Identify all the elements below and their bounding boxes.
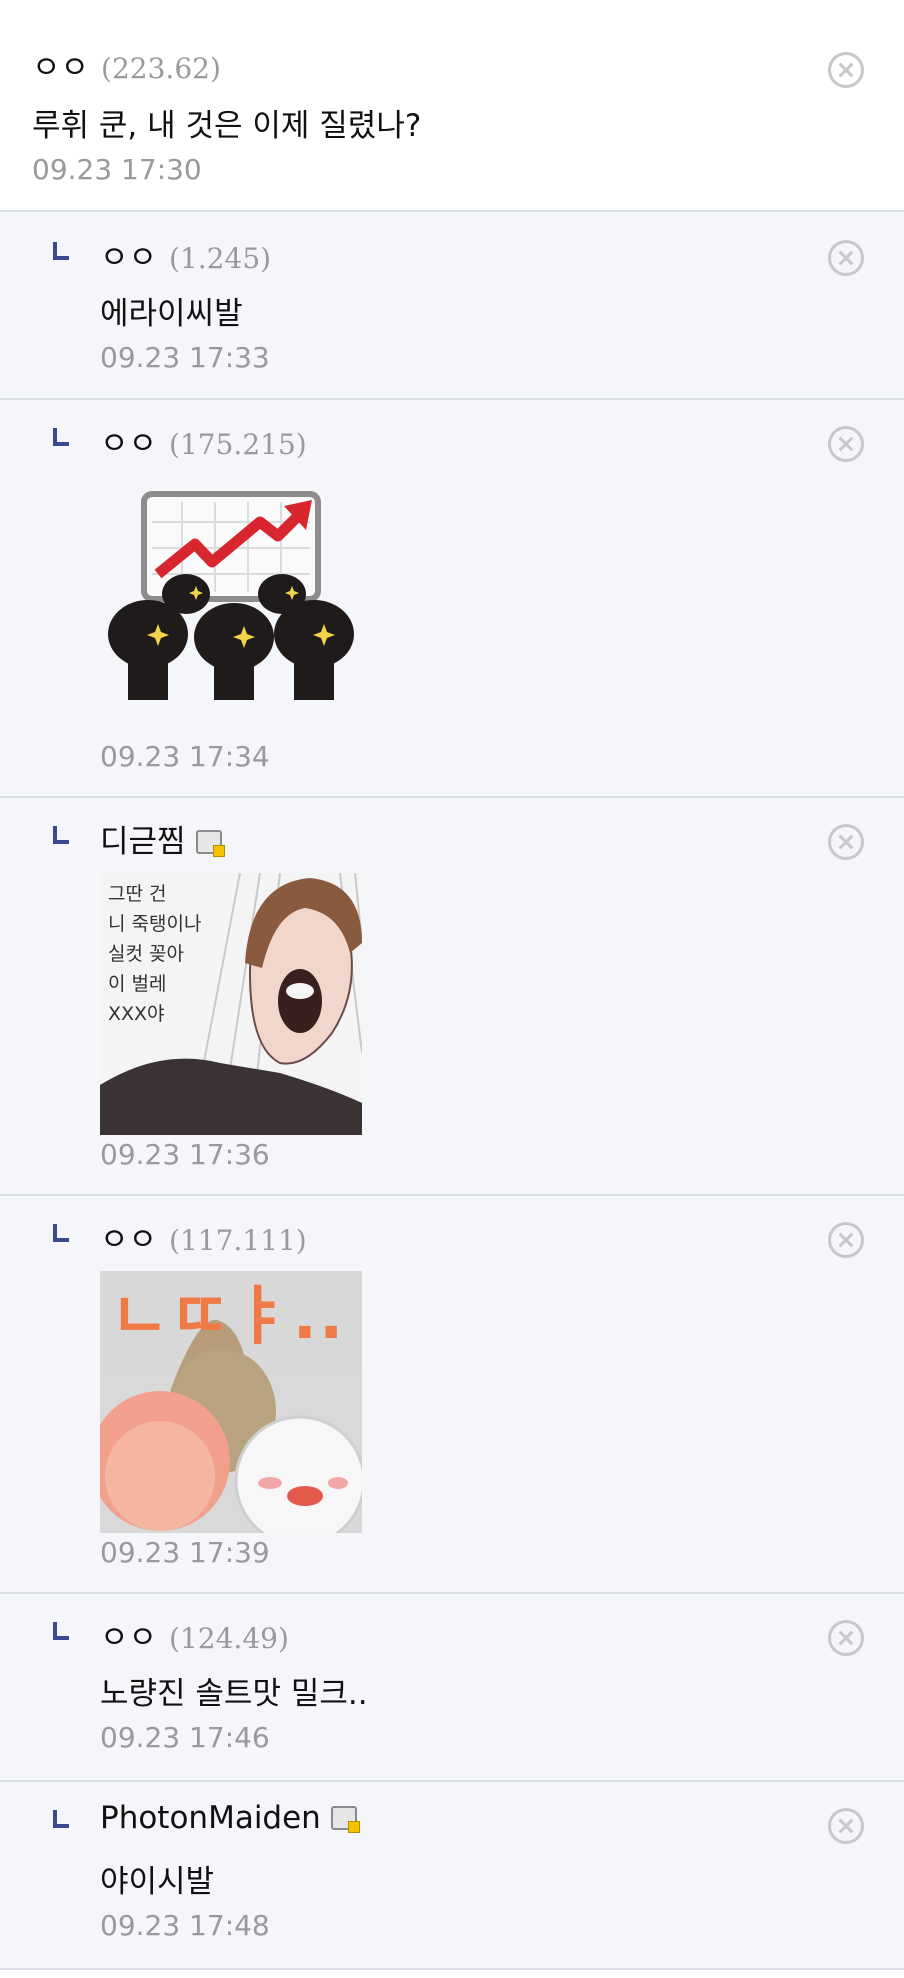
close-icon[interactable] xyxy=(828,240,864,276)
comment-meta: ㅇㅇ (124.49) xyxy=(100,1612,289,1657)
reply-arrow-icon xyxy=(53,242,69,260)
dumpling-sticker[interactable]: ㄴㄸㅑ.. xyxy=(100,1271,362,1533)
reply-item: ㅇㅇ (1.245) 에라이씨발 09.23 17:33 xyxy=(0,212,904,400)
comment-text: 에라이씨발 xyxy=(100,296,243,332)
comment-date: 09.23 17:46 xyxy=(100,1721,270,1754)
reply-arrow-icon xyxy=(53,428,69,446)
reply-arrow-icon xyxy=(53,1224,69,1242)
comment-meta: ㅇㅇ (117.111) xyxy=(100,1214,307,1259)
comment-nickname[interactable]: ㅇㅇ xyxy=(100,232,157,277)
comment-item: ㅇㅇ (223.62) 루휘 쿤, 내 것은 이제 질렸나? 09.23 17:… xyxy=(0,22,904,212)
comment-nickname[interactable]: 디귿찜 xyxy=(100,816,186,861)
comment-meta: ㅇㅇ (223.62) xyxy=(32,42,221,87)
comment-ip: (223.62) xyxy=(101,52,221,85)
comment-date: 09.23 17:34 xyxy=(100,740,270,773)
close-icon[interactable] xyxy=(828,1620,864,1656)
comment-nickname[interactable]: ㅇㅇ xyxy=(100,1214,157,1259)
comment-text: 야이시발 xyxy=(100,1864,215,1900)
comic-caption: 그딴 건 니 죽탱이나 실컷 꽂아 이 벌레 XXX야 xyxy=(108,883,202,1025)
comment-meta: 디귿찜 xyxy=(100,816,225,861)
comment-nickname[interactable]: ㅇㅇ xyxy=(100,418,157,463)
comment-nickname[interactable]: ㅇㅇ xyxy=(100,1612,157,1657)
comment-date: 09.23 17:39 xyxy=(100,1536,270,1569)
reply-item: ㅇㅇ (117.111) ㄴㄸㅑ.. 09.23 17:39 xyxy=(0,1196,904,1594)
gallog-icon[interactable] xyxy=(195,830,225,857)
stock-chart-dumplings-sticker[interactable] xyxy=(100,482,362,712)
comment-text: 노량진 솔트맛 밀크.. xyxy=(100,1676,368,1712)
top-divider xyxy=(0,0,904,24)
comment-nickname[interactable]: ㅇㅇ xyxy=(32,42,89,87)
comment-ip: (175.215) xyxy=(169,428,307,461)
comment-meta: PhotonMaiden xyxy=(100,1800,360,1836)
close-icon[interactable] xyxy=(828,1222,864,1258)
comment-text: 루휘 쿤, 내 것은 이제 질렸나? xyxy=(32,108,422,144)
comment-nickname[interactable]: PhotonMaiden xyxy=(100,1800,321,1836)
comment-date: 09.23 17:33 xyxy=(100,341,270,374)
comment-date: 09.23 17:30 xyxy=(32,153,202,186)
close-icon[interactable] xyxy=(828,52,864,88)
gallog-icon[interactable] xyxy=(330,1806,360,1833)
comment-date: 09.23 17:36 xyxy=(100,1138,270,1171)
comment-ip: (124.49) xyxy=(169,1622,289,1655)
reply-item: PhotonMaiden 야이시발 09.23 17:48 xyxy=(0,1782,904,1970)
sticker-art xyxy=(108,491,354,700)
reply-item: 디귿찜 그딴 건 니 죽탱이나 실컷 꽂아 이 벌레 XXX야 09.23 17… xyxy=(0,798,904,1196)
reply-arrow-icon xyxy=(53,1810,69,1828)
comment-ip: (1.245) xyxy=(169,242,272,275)
close-icon[interactable] xyxy=(828,426,864,462)
reply-arrow-icon xyxy=(53,826,69,844)
comment-meta: ㅇㅇ (175.215) xyxy=(100,418,307,463)
reply-arrow-icon xyxy=(53,1622,69,1640)
reply-item: ㅇㅇ (124.49) 노량진 솔트맛 밀크.. 09.23 17:46 xyxy=(0,1594,904,1782)
close-icon[interactable] xyxy=(828,1808,864,1844)
sticker-caption: ㄴㄸㅑ.. xyxy=(110,1280,346,1354)
close-icon[interactable] xyxy=(828,824,864,860)
comment-list: ㅇㅇ (223.62) 루휘 쿤, 내 것은 이제 질렸나? 09.23 17:… xyxy=(0,0,904,1978)
comment-ip: (117.111) xyxy=(169,1224,307,1257)
reply-item: ㅇㅇ (175.215) 09.23 17:34 xyxy=(0,400,904,798)
comment-meta: ㅇㅇ (1.245) xyxy=(100,232,271,277)
comic-image[interactable]: 그딴 건 니 죽탱이나 실컷 꽂아 이 벌레 XXX야 xyxy=(100,873,362,1135)
comment-date: 09.23 17:48 xyxy=(100,1909,270,1942)
